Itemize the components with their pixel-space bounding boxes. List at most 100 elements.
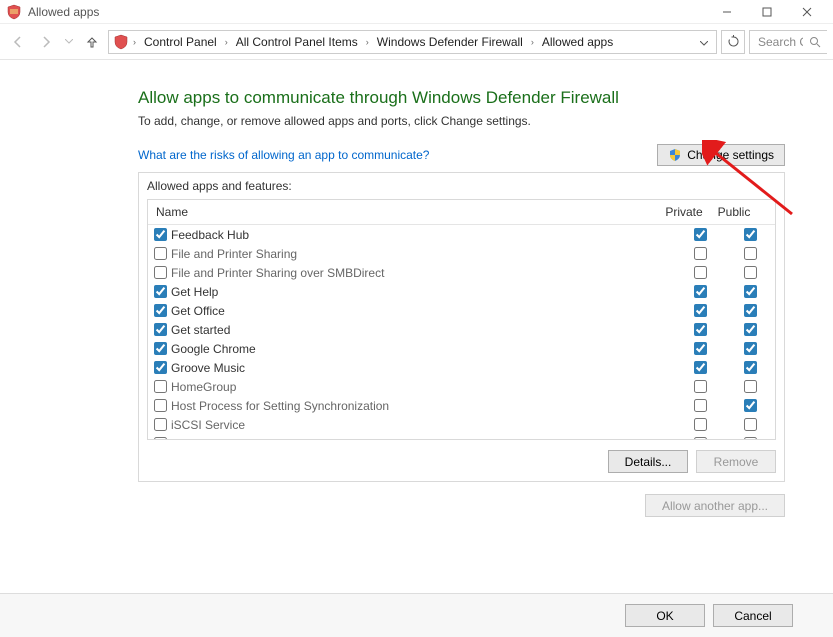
firewall-icon [6, 4, 22, 20]
breadcrumb[interactable]: › Control Panel › All Control Panel Item… [108, 30, 717, 54]
risks-link[interactable]: What are the risks of allowing an app to… [138, 148, 429, 162]
list-row[interactable]: Groove Music [148, 358, 775, 377]
public-checkbox[interactable] [744, 266, 757, 279]
list-row[interactable]: Get Help [148, 282, 775, 301]
app-enable-checkbox[interactable] [154, 304, 167, 317]
list-body[interactable]: Feedback Hub File and Printer Sharing File… [148, 225, 775, 439]
app-enable-checkbox[interactable] [154, 361, 167, 374]
app-enable-checkbox[interactable] [154, 323, 167, 336]
apps-list: Name Private Public Feedback Hub File and… [147, 199, 776, 440]
uac-shield-icon [668, 148, 682, 162]
app-name-label: Feedback Hub [171, 228, 249, 242]
public-checkbox[interactable] [744, 228, 757, 241]
app-name-label: Groove Music [171, 361, 245, 375]
private-checkbox[interactable] [694, 380, 707, 393]
up-button[interactable] [80, 30, 104, 54]
list-row[interactable]: iSCSI Service [148, 415, 775, 434]
list-header: Name Private Public [148, 200, 775, 225]
list-row[interactable]: Get Office [148, 301, 775, 320]
search-input[interactable] [756, 34, 805, 50]
app-name-label: HomeGroup [171, 380, 236, 394]
list-row[interactable]: Key Management Service [148, 434, 775, 439]
page-subtitle: To add, change, or remove allowed apps a… [138, 114, 785, 128]
title-bar: Allowed apps [0, 0, 833, 24]
allowed-apps-group: Allowed apps and features: Name Private … [138, 172, 785, 482]
remove-button[interactable]: Remove [696, 450, 776, 473]
private-checkbox[interactable] [694, 342, 707, 355]
column-header-name[interactable]: Name [148, 200, 659, 224]
app-name-label: Google Chrome [171, 342, 256, 356]
private-checkbox[interactable] [694, 285, 707, 298]
app-enable-checkbox[interactable] [154, 380, 167, 393]
private-checkbox[interactable] [694, 418, 707, 431]
private-checkbox[interactable] [694, 228, 707, 241]
app-name-label: File and Printer Sharing [171, 247, 297, 261]
refresh-button[interactable] [721, 30, 745, 54]
recent-dropdown-button[interactable] [62, 30, 76, 54]
breadcrumb-dropdown-icon[interactable] [696, 35, 712, 49]
main-content: Allow apps to communicate through Window… [0, 60, 833, 541]
public-checkbox[interactable] [744, 399, 757, 412]
minimize-button[interactable] [707, 0, 747, 24]
app-enable-checkbox[interactable] [154, 228, 167, 241]
public-checkbox[interactable] [744, 323, 757, 336]
private-checkbox[interactable] [694, 304, 707, 317]
breadcrumb-item[interactable]: Allowed apps [538, 35, 617, 49]
list-row[interactable]: File and Printer Sharing over SMBDirect [148, 263, 775, 282]
app-name-label: Key Management Service [171, 437, 308, 440]
app-enable-checkbox[interactable] [154, 399, 167, 412]
app-name-label: iSCSI Service [171, 418, 245, 432]
public-checkbox[interactable] [744, 342, 757, 355]
breadcrumb-separator-icon: › [364, 37, 371, 47]
close-button[interactable] [787, 0, 827, 24]
list-row[interactable]: Host Process for Setting Synchronization [148, 396, 775, 415]
change-settings-label: Change settings [687, 148, 774, 162]
public-checkbox[interactable] [744, 304, 757, 317]
list-row[interactable]: File and Printer Sharing [148, 244, 775, 263]
public-checkbox[interactable] [744, 437, 757, 439]
breadcrumb-item[interactable]: Control Panel [140, 35, 221, 49]
search-box[interactable] [749, 30, 827, 54]
private-checkbox[interactable] [694, 266, 707, 279]
app-enable-checkbox[interactable] [154, 247, 167, 260]
column-header-public[interactable]: Public [709, 200, 759, 224]
column-header-private[interactable]: Private [659, 200, 709, 224]
cancel-button[interactable]: Cancel [713, 604, 793, 627]
app-enable-checkbox[interactable] [154, 418, 167, 431]
list-row[interactable]: Feedback Hub [148, 225, 775, 244]
app-name-label: Get Help [171, 285, 218, 299]
details-button[interactable]: Details... [608, 450, 688, 473]
public-checkbox[interactable] [744, 418, 757, 431]
app-enable-checkbox[interactable] [154, 437, 167, 439]
page-title: Allow apps to communicate through Window… [138, 88, 785, 108]
app-name-label: File and Printer Sharing over SMBDirect [171, 266, 384, 280]
app-name-label: Get started [171, 323, 230, 337]
bottom-bar: OK Cancel [0, 593, 833, 637]
breadcrumb-item[interactable]: Windows Defender Firewall [373, 35, 527, 49]
maximize-button[interactable] [747, 0, 787, 24]
list-row[interactable]: Get started [148, 320, 775, 339]
allow-another-app-button[interactable]: Allow another app... [645, 494, 785, 517]
public-checkbox[interactable] [744, 380, 757, 393]
app-enable-checkbox[interactable] [154, 266, 167, 279]
back-button[interactable] [6, 30, 30, 54]
nav-bar: › Control Panel › All Control Panel Item… [0, 24, 833, 60]
ok-button[interactable]: OK [625, 604, 705, 627]
list-row[interactable]: HomeGroup [148, 377, 775, 396]
private-checkbox[interactable] [694, 323, 707, 336]
public-checkbox[interactable] [744, 361, 757, 374]
breadcrumb-item[interactable]: All Control Panel Items [232, 35, 362, 49]
change-settings-button[interactable]: Change settings [657, 144, 785, 166]
list-row[interactable]: Google Chrome [148, 339, 775, 358]
app-enable-checkbox[interactable] [154, 285, 167, 298]
breadcrumb-separator-icon: › [131, 37, 138, 47]
app-enable-checkbox[interactable] [154, 342, 167, 355]
private-checkbox[interactable] [694, 247, 707, 260]
control-panel-icon [113, 34, 129, 50]
public-checkbox[interactable] [744, 285, 757, 298]
private-checkbox[interactable] [694, 399, 707, 412]
private-checkbox[interactable] [694, 437, 707, 439]
public-checkbox[interactable] [744, 247, 757, 260]
forward-button[interactable] [34, 30, 58, 54]
private-checkbox[interactable] [694, 361, 707, 374]
